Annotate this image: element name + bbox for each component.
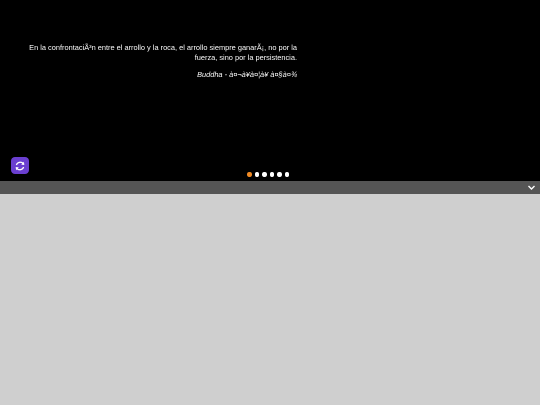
carousel-dot[interactable] (277, 172, 282, 177)
quote-text: En la confrontaciÃ³n entre el arrollo y … (29, 43, 297, 62)
content-area (0, 194, 540, 405)
carousel-dot[interactable] (284, 172, 289, 177)
quote-author: Buddha - à¤¬à¥à¤¦à¥ à¤§à¤¾ (197, 70, 297, 79)
carousel-dot[interactable] (269, 172, 274, 177)
refresh-icon (15, 161, 25, 170)
refresh-button[interactable] (11, 157, 29, 174)
carousel-dots (247, 172, 289, 177)
quote-block: En la confrontaciÃ³n entre el arrollo y … (20, 43, 297, 80)
toggle-bar[interactable] (0, 181, 540, 194)
carousel-dot[interactable] (247, 172, 252, 177)
carousel-dot[interactable] (254, 172, 259, 177)
carousel-dot[interactable] (262, 172, 267, 177)
chevron-down-icon[interactable] (526, 182, 537, 193)
quote-hero: En la confrontaciÃ³n entre el arrollo y … (0, 0, 540, 181)
